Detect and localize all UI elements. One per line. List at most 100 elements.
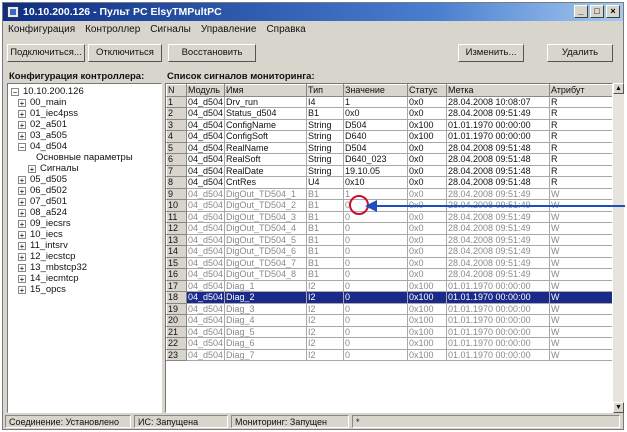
scroll-down-icon[interactable]: ▼ (613, 402, 624, 413)
table-row[interactable]: 3 04_d504 ConfigName String D504 0x100 01.01.1… (166, 118, 612, 131)
cell-time: 01.01.1970 00:00:00 (446, 325, 550, 338)
table-row[interactable]: 2 04_d504 Status_d504 B1 0x0 0x0 28.04.2008 09… (166, 107, 612, 120)
restore-button[interactable]: Восстановить (168, 44, 256, 62)
col-attr[interactable]: Атрибут (549, 84, 612, 97)
minimize-button[interactable]: _ (574, 5, 588, 18)
col-name[interactable]: Имя (224, 84, 307, 97)
cell-status: 0x0 (407, 233, 447, 246)
table-row[interactable]: 9 04_d504 DigOut_TD504_1 B1 1 0x0 28.04.2008 0… (166, 187, 612, 200)
table-row[interactable]: 21 04_d504 Diag_5 I2 0 0x100 01.01.1970 00:00:… (166, 325, 612, 338)
cell-value: 0 (343, 245, 408, 258)
cell-module: 04_d504 (186, 233, 225, 246)
cell-module: 04_d504 (186, 141, 225, 154)
table-row[interactable]: 15 04_d504 DigOut_TD504_7 B1 0 0x0 28.04.2008 … (166, 256, 612, 269)
expand-icon[interactable]: + (18, 264, 26, 273)
table-row[interactable]: 13 04_d504 DigOut_TD504_5 B1 0 0x0 28.04.2008 … (166, 233, 612, 246)
expand-icon[interactable]: + (18, 275, 26, 284)
cell-time: 28.04.2008 09:51:49 (446, 187, 550, 200)
config-tree: − 10.10.200.126 +00_main +01_iec4pss +02_a… (7, 83, 162, 413)
table-row[interactable]: 11 04_d504 DigOut_TD504_3 B1 0 0x0 28.04.2008 … (166, 210, 612, 223)
tree-item-label: 03_a505 (30, 130, 67, 141)
expand-icon[interactable]: + (18, 110, 26, 119)
cell-status: 0x100 (407, 118, 447, 131)
col-n[interactable]: N (166, 84, 187, 97)
table-row[interactable]: 7 04_d504 RealDate String 19.10.05 0x0 28.04.2… (166, 164, 612, 177)
cell-attr: R (549, 141, 612, 154)
col-status[interactable]: Статус (407, 84, 447, 97)
scroll-up-icon[interactable]: ▲ (613, 83, 624, 94)
menu-control[interactable]: Управление (196, 22, 262, 38)
menu-help[interactable]: Справка (261, 22, 310, 38)
expand-icon[interactable]: + (18, 242, 26, 251)
table-row[interactable]: 14 04_d504 DigOut_TD504_6 B1 0 0x0 28.04.2008 … (166, 245, 612, 258)
cell-module: 04_d504 (186, 314, 225, 327)
cell-module: 04_d504 (186, 291, 225, 304)
vertical-scrollbar[interactable]: ▲ ▼ (613, 83, 624, 413)
expand-icon[interactable]: + (18, 198, 26, 207)
cell-name: Diag_3 (224, 302, 307, 315)
col-value[interactable]: Значение (343, 84, 408, 97)
menu-signals[interactable]: Сигналы (145, 22, 196, 38)
menu-configuration[interactable]: Конфигурация (3, 22, 80, 38)
cell-time: 28.04.2008 09:51:49 (446, 210, 550, 223)
table-row[interactable]: 8 04_d504 CntRes U4 0x10 0x0 28.04.2008 09:51:… (166, 176, 612, 189)
table-row[interactable]: 16 04_d504 DigOut_TD504_8 B1 0 0x0 28.04.2008 … (166, 268, 612, 281)
table-row[interactable]: 23 04_d504 Diag_7 I2 0 0x100 01.01.1970 00:00:… (166, 348, 612, 361)
col-module[interactable]: Модуль (186, 84, 225, 97)
cell-name: ConfigName (224, 118, 307, 131)
cell-value: D504 (343, 118, 408, 131)
cell-time: 28.04.2008 09:51:49 (446, 268, 550, 281)
menu-controller[interactable]: Контроллер (80, 22, 145, 38)
expand-icon[interactable]: + (18, 99, 26, 108)
expand-icon[interactable]: + (18, 209, 26, 218)
collapse-icon[interactable]: − (11, 88, 19, 97)
cell-time: 28.04.2008 10:08:07 (446, 95, 550, 108)
cell-module: 04_d504 (186, 256, 225, 269)
table-row[interactable]: 1 04_d504 Drv_run I4 1 0x0 28.04.2008 10:08:07… (166, 95, 612, 108)
cell-status: 0x0 (407, 164, 447, 177)
status-connection: Соединение: Установлено (5, 415, 131, 428)
table-row[interactable]: 18 04_d504 Diag_2 I2 0 0x100 01.01.1970 00:00:… (166, 291, 612, 304)
cell-value: 0 (343, 279, 408, 292)
cell-status: 0x100 (407, 291, 447, 304)
expand-icon[interactable]: + (18, 187, 26, 196)
connect-button[interactable]: Подключиться... (7, 44, 85, 62)
expand-icon[interactable]: + (18, 132, 26, 141)
cell-name: DigOut_TD504_4 (224, 222, 307, 235)
close-button[interactable]: × (606, 5, 620, 18)
cell-value: 0 (343, 291, 408, 304)
table-row[interactable]: 20 04_d504 Diag_4 I2 0 0x100 01.01.1970 00:00:… (166, 314, 612, 327)
cell-value: 19.10.05 (343, 164, 408, 177)
col-time[interactable]: Метка (446, 84, 550, 97)
table-row[interactable]: 22 04_d504 Diag_6 I2 0 0x100 01.01.1970 00:00:… (166, 337, 612, 350)
tree-item-label: 15_opcs (30, 284, 66, 295)
cell-time: 28.04.2008 09:51:49 (446, 107, 550, 120)
cell-attr: R (549, 153, 612, 166)
expand-icon[interactable]: + (28, 165, 36, 174)
expand-icon[interactable]: + (18, 231, 26, 240)
table-row[interactable]: 4 04_d504 ConfigSoft String D640 0x100 01.01.1… (166, 130, 612, 143)
table-row[interactable]: 19 04_d504 Diag_3 I2 0 0x100 01.01.1970 00:00:… (166, 302, 612, 315)
maximize-button[interactable]: □ (590, 5, 604, 18)
cell-module: 04_d504 (186, 164, 225, 177)
expand-icon[interactable]: + (18, 121, 26, 130)
delete-button[interactable]: Удалить (547, 44, 613, 62)
expand-icon[interactable]: + (18, 253, 26, 262)
edit-button[interactable]: Изменить... (458, 44, 524, 62)
collapse-icon[interactable]: − (18, 143, 26, 152)
cell-attr: W (549, 348, 612, 361)
table-row[interactable]: 5 04_d504 RealName String D504 0x0 28.04.2008 … (166, 141, 612, 154)
cell-n: 3 (166, 118, 187, 131)
table-row[interactable]: 6 04_d504 RealSoft String D640_023 0x0 28.04.2… (166, 153, 612, 166)
cell-type: U4 (306, 176, 344, 189)
cell-value: 0 (343, 302, 408, 315)
table-row[interactable]: 17 04_d504 Diag_1 I2 0 0x100 01.01.1970 00:00:… (166, 279, 612, 292)
expand-icon[interactable]: + (18, 220, 26, 229)
table-row[interactable]: 12 04_d504 DigOut_TD504_4 B1 0 0x0 28.04.2008 … (166, 222, 612, 235)
col-type[interactable]: Тип (306, 84, 344, 97)
cell-time: 01.01.1970 00:00:00 (446, 291, 550, 304)
menu-bar: Конфигурация Контроллер Сигналы Управлен… (3, 22, 623, 38)
expand-icon[interactable]: + (18, 286, 26, 295)
disconnect-button[interactable]: Отключиться (88, 44, 162, 62)
expand-icon[interactable]: + (18, 176, 26, 185)
